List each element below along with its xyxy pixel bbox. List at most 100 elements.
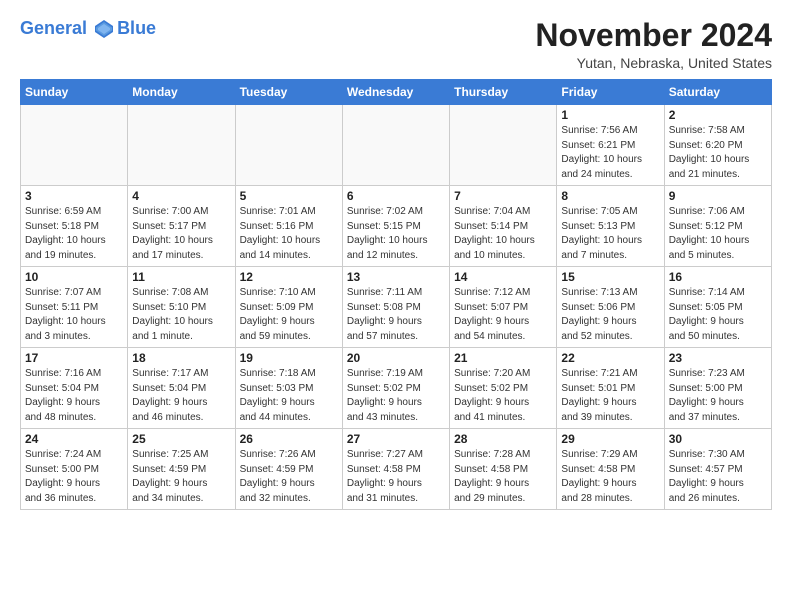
calendar-cell-w0-d0 <box>21 105 128 186</box>
day-info: Sunrise: 7:26 AMSunset: 4:59 PMDaylight:… <box>240 448 338 506</box>
calendar-cell-w0-d4 <box>450 105 557 186</box>
logo: General Blue <box>20 18 156 40</box>
calendar-cell-w4-d6: 30 Sunrise: 7:30 AMSunset: 4:57 PMDayligh… <box>664 429 771 510</box>
day-number: 24 <box>25 432 123 446</box>
day-number: 27 <box>347 432 445 446</box>
calendar-header-row: Sunday Monday Tuesday Wednesday Thursday… <box>21 80 772 105</box>
week-row-1: 3 Sunrise: 6:59 AMSunset: 5:18 PMDaylight… <box>21 186 772 267</box>
day-number: 20 <box>347 351 445 365</box>
calendar-cell-w2-d1: 11Sunrise: 7:08 AMSunset: 5:10 PMDayligh… <box>128 267 235 348</box>
calendar-cell-w3-d6: 23 Sunrise: 7:23 AMSunset: 5:00 PMDayligh… <box>664 348 771 429</box>
day-info: Sunrise: 7:00 AMSunset: 5:17 PMDaylight:… <box>132 205 230 263</box>
day-number: 15 <box>561 270 659 284</box>
calendar-cell-w4-d0: 24 Sunrise: 7:24 AMSunset: 5:00 PMDayligh… <box>21 429 128 510</box>
day-info: Sunrise: 7:02 AMSunset: 5:15 PMDaylight:… <box>347 205 445 263</box>
week-row-0: 1 Sunrise: 7:56 AMSunset: 6:21 PMDaylight… <box>21 105 772 186</box>
day-info: Sunrise: 7:12 AMSunset: 5:07 PMDaylight:… <box>454 286 552 344</box>
calendar-cell-w0-d1 <box>128 105 235 186</box>
day-number: 22 <box>561 351 659 365</box>
day-number: 17 <box>25 351 123 365</box>
day-number: 30 <box>669 432 767 446</box>
day-info: Sunrise: 7:10 AMSunset: 5:09 PMDaylight:… <box>240 286 338 344</box>
calendar-cell-w4-d3: 27 Sunrise: 7:27 AMSunset: 4:58 PMDayligh… <box>342 429 449 510</box>
day-info: Sunrise: 7:28 AMSunset: 4:58 PMDaylight:… <box>454 448 552 506</box>
calendar-cell-w4-d2: 26 Sunrise: 7:26 AMSunset: 4:59 PMDayligh… <box>235 429 342 510</box>
day-info: Sunrise: 7:14 AMSunset: 5:05 PMDaylight:… <box>669 286 767 344</box>
day-number: 21 <box>454 351 552 365</box>
col-saturday: Saturday <box>664 80 771 105</box>
day-number: 6 <box>347 189 445 203</box>
logo-blue: Blue <box>117 19 156 39</box>
calendar-cell-w2-d4: 14Sunrise: 7:12 AMSunset: 5:07 PMDayligh… <box>450 267 557 348</box>
day-number: 26 <box>240 432 338 446</box>
location: Yutan, Nebraska, United States <box>535 55 772 71</box>
calendar-cell-w3-d5: 22 Sunrise: 7:21 AMSunset: 5:01 PMDayligh… <box>557 348 664 429</box>
calendar-cell-w2-d3: 13 Sunrise: 7:11 AMSunset: 5:08 PMDayligh… <box>342 267 449 348</box>
day-number: 5 <box>240 189 338 203</box>
calendar-cell-w1-d3: 6 Sunrise: 7:02 AMSunset: 5:15 PMDaylight… <box>342 186 449 267</box>
day-info: Sunrise: 7:21 AMSunset: 5:01 PMDaylight:… <box>561 367 659 425</box>
day-number: 13 <box>347 270 445 284</box>
day-info: Sunrise: 7:04 AMSunset: 5:14 PMDaylight:… <box>454 205 552 263</box>
day-info: Sunrise: 7:20 AMSunset: 5:02 PMDaylight:… <box>454 367 552 425</box>
day-number: 16 <box>669 270 767 284</box>
day-number: 7 <box>454 189 552 203</box>
day-number: 2 <box>669 108 767 122</box>
calendar-cell-w3-d3: 20 Sunrise: 7:19 AMSunset: 5:02 PMDayligh… <box>342 348 449 429</box>
day-info: Sunrise: 7:05 AMSunset: 5:13 PMDaylight:… <box>561 205 659 263</box>
week-row-4: 24 Sunrise: 7:24 AMSunset: 5:00 PMDayligh… <box>21 429 772 510</box>
month-title: November 2024 <box>535 18 772 53</box>
day-number: 18 <box>132 351 230 365</box>
calendar: Sunday Monday Tuesday Wednesday Thursday… <box>20 79 772 510</box>
calendar-cell-w1-d0: 3 Sunrise: 6:59 AMSunset: 5:18 PMDaylight… <box>21 186 128 267</box>
day-info: Sunrise: 7:01 AMSunset: 5:16 PMDaylight:… <box>240 205 338 263</box>
calendar-cell-w3-d1: 18 Sunrise: 7:17 AMSunset: 5:04 PMDayligh… <box>128 348 235 429</box>
day-info: Sunrise: 7:24 AMSunset: 5:00 PMDaylight:… <box>25 448 123 506</box>
day-number: 3 <box>25 189 123 203</box>
calendar-cell-w2-d5: 15 Sunrise: 7:13 AMSunset: 5:06 PMDayligh… <box>557 267 664 348</box>
logo-general: General <box>20 18 87 38</box>
day-info: Sunrise: 6:59 AMSunset: 5:18 PMDaylight:… <box>25 205 123 263</box>
day-info: Sunrise: 7:18 AMSunset: 5:03 PMDaylight:… <box>240 367 338 425</box>
day-info: Sunrise: 7:23 AMSunset: 5:00 PMDaylight:… <box>669 367 767 425</box>
calendar-cell-w3-d0: 17 Sunrise: 7:16 AMSunset: 5:04 PMDayligh… <box>21 348 128 429</box>
day-number: 8 <box>561 189 659 203</box>
day-number: 10 <box>25 270 123 284</box>
week-row-3: 17 Sunrise: 7:16 AMSunset: 5:04 PMDayligh… <box>21 348 772 429</box>
logo-text: General <box>20 18 115 40</box>
col-thursday: Thursday <box>450 80 557 105</box>
day-info: Sunrise: 7:17 AMSunset: 5:04 PMDaylight:… <box>132 367 230 425</box>
calendar-cell-w4-d4: 28Sunrise: 7:28 AMSunset: 4:58 PMDayligh… <box>450 429 557 510</box>
day-info: Sunrise: 7:08 AMSunset: 5:10 PMDaylight:… <box>132 286 230 344</box>
week-row-2: 10 Sunrise: 7:07 AMSunset: 5:11 PMDayligh… <box>21 267 772 348</box>
calendar-cell-w2-d2: 12 Sunrise: 7:10 AMSunset: 5:09 PMDayligh… <box>235 267 342 348</box>
day-number: 12 <box>240 270 338 284</box>
day-info: Sunrise: 7:19 AMSunset: 5:02 PMDaylight:… <box>347 367 445 425</box>
calendar-cell-w3-d2: 19 Sunrise: 7:18 AMSunset: 5:03 PMDayligh… <box>235 348 342 429</box>
calendar-cell-w1-d6: 9Sunrise: 7:06 AMSunset: 5:12 PMDaylight… <box>664 186 771 267</box>
calendar-cell-w3-d4: 21 Sunrise: 7:20 AMSunset: 5:02 PMDayligh… <box>450 348 557 429</box>
day-number: 29 <box>561 432 659 446</box>
col-sunday: Sunday <box>21 80 128 105</box>
day-info: Sunrise: 7:25 AMSunset: 4:59 PMDaylight:… <box>132 448 230 506</box>
day-number: 19 <box>240 351 338 365</box>
day-info: Sunrise: 7:56 AMSunset: 6:21 PMDaylight:… <box>561 124 659 182</box>
title-block: November 2024 Yutan, Nebraska, United St… <box>535 18 772 71</box>
day-info: Sunrise: 7:11 AMSunset: 5:08 PMDaylight:… <box>347 286 445 344</box>
day-info: Sunrise: 7:16 AMSunset: 5:04 PMDaylight:… <box>25 367 123 425</box>
calendar-cell-w1-d5: 8 Sunrise: 7:05 AMSunset: 5:13 PMDaylight… <box>557 186 664 267</box>
day-info: Sunrise: 7:30 AMSunset: 4:57 PMDaylight:… <box>669 448 767 506</box>
col-wednesday: Wednesday <box>342 80 449 105</box>
day-number: 23 <box>669 351 767 365</box>
calendar-cell-w1-d4: 7 Sunrise: 7:04 AMSunset: 5:14 PMDaylight… <box>450 186 557 267</box>
day-info: Sunrise: 7:27 AMSunset: 4:58 PMDaylight:… <box>347 448 445 506</box>
day-number: 1 <box>561 108 659 122</box>
calendar-cell-w4-d1: 25Sunrise: 7:25 AMSunset: 4:59 PMDayligh… <box>128 429 235 510</box>
day-info: Sunrise: 7:13 AMSunset: 5:06 PMDaylight:… <box>561 286 659 344</box>
day-info: Sunrise: 7:07 AMSunset: 5:11 PMDaylight:… <box>25 286 123 344</box>
day-info: Sunrise: 7:58 AMSunset: 6:20 PMDaylight:… <box>669 124 767 182</box>
day-number: 4 <box>132 189 230 203</box>
calendar-cell-w0-d6: 2 Sunrise: 7:58 AMSunset: 6:20 PMDaylight… <box>664 105 771 186</box>
calendar-cell-w0-d3 <box>342 105 449 186</box>
calendar-cell-w0-d5: 1 Sunrise: 7:56 AMSunset: 6:21 PMDaylight… <box>557 105 664 186</box>
